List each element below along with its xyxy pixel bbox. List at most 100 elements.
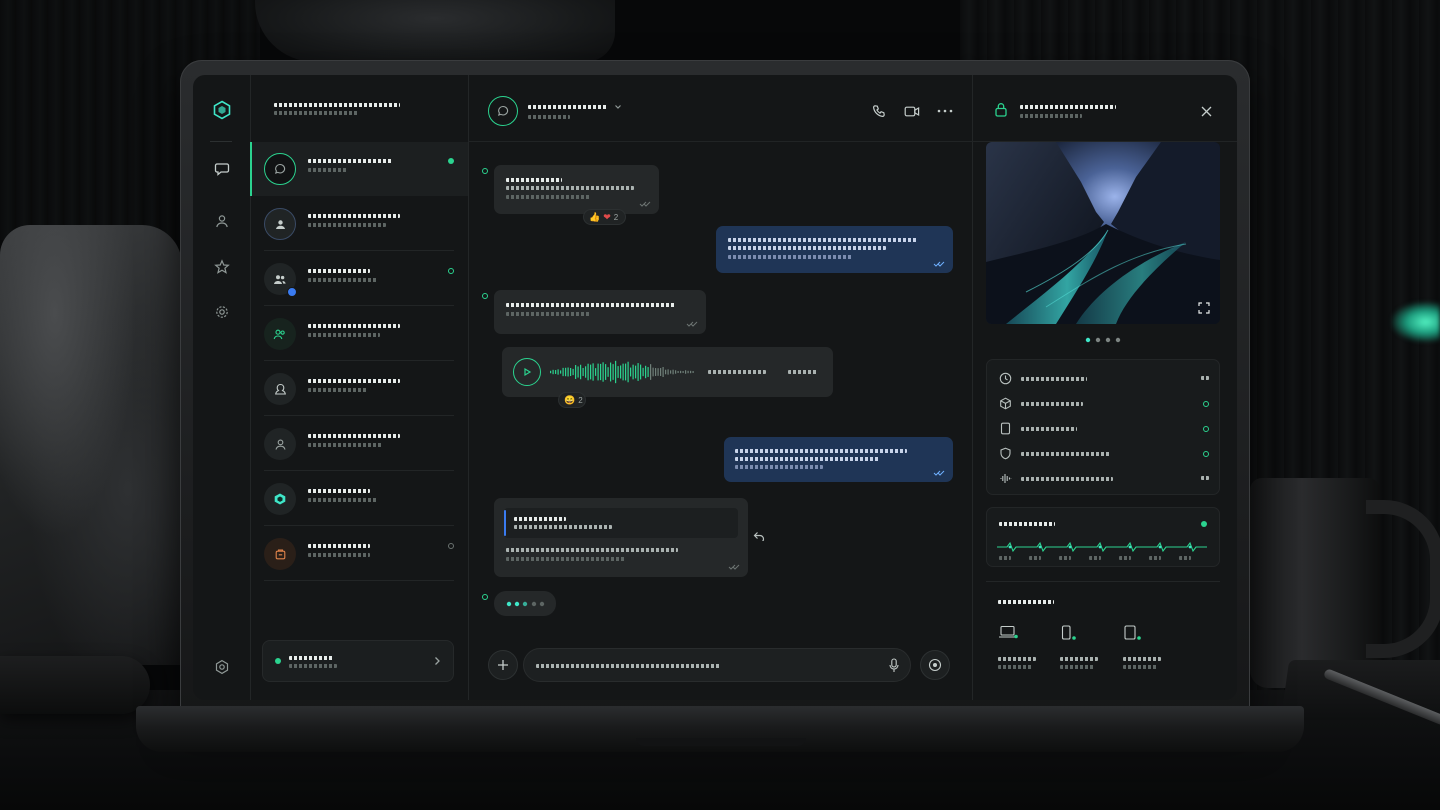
waveform-bar xyxy=(645,365,647,379)
voice-waveform[interactable] xyxy=(550,359,698,385)
activity-tick-label: ••• xyxy=(1119,556,1131,560)
message-text: ••••••••••••••••••••••••••••• xyxy=(735,449,907,453)
property-row[interactable]: •••••••••••••••••••• •• xyxy=(999,471,1209,487)
reaction-count: 2 xyxy=(578,395,583,405)
read-receipt-icon xyxy=(933,470,945,476)
device-laptop[interactable]: •••••••••• ••••••••• xyxy=(998,625,1048,675)
logo-hexagon-icon[interactable] xyxy=(211,99,233,121)
add-attachment-button[interactable] xyxy=(488,650,518,680)
conversation-preview: •••••••••••••• xyxy=(308,443,382,447)
waveform-bar xyxy=(572,368,574,376)
conversation-item-6[interactable]: •••••••••••••••• •••••••••••••• xyxy=(250,417,468,471)
user-icon[interactable] xyxy=(209,208,235,234)
device-name: •••••••••• xyxy=(1060,657,1098,661)
chevron-down-icon[interactable] xyxy=(614,103,622,111)
settings-gear-icon[interactable] xyxy=(209,299,235,325)
conversation-item-3[interactable]: •••••••••••• •••••••••••••• xyxy=(250,252,468,306)
play-button[interactable] xyxy=(513,358,541,386)
message-text: •••••••••••••••••••••••••••••••• xyxy=(506,303,676,307)
conversation-item-1[interactable]: •••••••••••••••• •••••••• xyxy=(250,142,468,196)
star-icon[interactable] xyxy=(209,254,235,280)
message-bubble-reply[interactable]: ••••••••••• ••••••••••••••• ••••••••••••… xyxy=(494,498,748,577)
clock-icon xyxy=(999,372,1012,385)
reaction-pill[interactable]: 👍 ❤ 2 xyxy=(583,209,626,225)
conversation-item-5[interactable]: •••••••••••••••• •••••••••••• xyxy=(250,362,468,416)
waveform-bar xyxy=(672,369,674,375)
waveform-bar xyxy=(622,363,624,381)
lock-icon xyxy=(995,103,1007,117)
waveform-bar xyxy=(667,369,669,375)
waveform-bar xyxy=(642,367,644,377)
activity-tick-label: ••• xyxy=(1059,556,1071,560)
record-button[interactable] xyxy=(920,650,950,680)
waveform-bar xyxy=(632,364,634,380)
more-dots-icon[interactable] xyxy=(935,101,955,121)
property-row[interactable]: •••••••••••••••••••• xyxy=(999,446,1209,462)
property-row[interactable]: ••••••••••••••• •• xyxy=(999,371,1209,387)
waveform-bar xyxy=(647,367,649,377)
message-bubble-outgoing[interactable]: ••••••••••••••••••••••••••••••••••• ••••… xyxy=(716,226,953,273)
conversation-name: •••••••••••••••• xyxy=(308,434,400,438)
device-tablet[interactable]: •••••••••• ••••••••• xyxy=(1123,625,1173,675)
rail-divider xyxy=(210,141,232,142)
chat-bubble-icon[interactable] xyxy=(209,156,235,182)
list-subtitle: •••••••••••••••• xyxy=(274,111,358,115)
chat-avatar[interactable] xyxy=(488,96,518,126)
conversation-name: •••••••••••••••• xyxy=(308,214,400,218)
reply-icon[interactable] xyxy=(753,531,765,541)
property-row[interactable]: •••••••••••• xyxy=(999,421,1209,437)
box-icon xyxy=(275,548,285,559)
message-text: •••••••••••••••••••••••• xyxy=(728,255,852,259)
waveform-bar xyxy=(665,369,667,375)
typing-indicator xyxy=(494,591,556,616)
online-status-dot xyxy=(275,658,281,664)
phone-icon[interactable] xyxy=(869,101,889,121)
carousel-dots[interactable] xyxy=(1085,337,1123,343)
waveform-bar xyxy=(615,360,617,384)
waveform-bar xyxy=(687,370,689,374)
property-row[interactable]: •••••••••••••• xyxy=(999,396,1209,412)
waveform-bar xyxy=(575,365,577,379)
expand-icon[interactable] xyxy=(1198,302,1210,314)
properties-card: ••••••••••••••• •• •••••••••••••• ••••••… xyxy=(986,359,1220,495)
waveform-bar xyxy=(657,368,659,376)
message-text: ••••••••••••••• xyxy=(735,465,823,469)
list-title: •••••••••••••••••••• xyxy=(274,103,400,107)
bottom-settings-gear-icon[interactable] xyxy=(209,654,235,680)
conversation-item-7[interactable]: •••••••••••• •••••••••••• xyxy=(250,472,468,526)
message-bubble-incoming[interactable]: •••••••••••••••••••••••••••••••• •••••••… xyxy=(494,290,706,334)
conversation-item-4[interactable]: •••••••••••••••• •••••••••••••• xyxy=(250,307,468,361)
read-receipt-icon xyxy=(686,321,698,327)
chat-title[interactable]: •••••••••••••• xyxy=(528,105,608,109)
media-preview-image[interactable] xyxy=(986,142,1220,324)
message-bubble-incoming[interactable]: •••••••••••••• ••••••••••••••••••••• •••… xyxy=(494,165,659,214)
waveform-bar xyxy=(635,365,637,379)
microphone-icon[interactable] xyxy=(889,658,899,673)
account-switcher[interactable]: ••••••••••• ••••••••••••• xyxy=(262,640,454,682)
conversation-preview: •••••••••••• xyxy=(308,498,378,502)
waveform-bar xyxy=(670,370,672,374)
phone-device-icon xyxy=(1061,625,1076,640)
waveform-bar xyxy=(660,368,662,376)
activity-ticks: ••• ••• ••• ••• ••• ••• ••• xyxy=(997,556,1209,562)
video-camera-icon[interactable] xyxy=(902,101,922,121)
waveform-bar xyxy=(592,363,594,381)
message-bubble-outgoing[interactable]: ••••••••••••••••••••••••••••• ••••••••••… xyxy=(724,437,953,482)
conversation-item-2[interactable]: •••••••••••••••• •••••••••••••• xyxy=(250,197,468,251)
background-rock-top xyxy=(255,0,615,62)
device-phone[interactable]: •••••••••• ••••••••• xyxy=(1060,625,1110,675)
activity-card: ••••••••••••• ••• ••• ••• ••• ••• ••• ••• xyxy=(986,507,1220,567)
live-status-dot xyxy=(1201,521,1207,527)
conversation-item-8[interactable]: •••••••••••••• •••••••••••• xyxy=(250,527,468,581)
device-status: ••••••••• xyxy=(998,665,1032,669)
voice-message-bubble[interactable]: •••••••••••• •••••• xyxy=(502,347,833,397)
message-input[interactable]: ••••••••••••••••••••••••••••••••••••••• xyxy=(523,648,911,682)
close-icon[interactable] xyxy=(1201,106,1212,117)
quoted-message[interactable]: ••••••••••• ••••••••••••••• xyxy=(504,508,738,538)
record-icon xyxy=(928,658,942,672)
quoted-text: ••••••••••••••• xyxy=(514,525,612,529)
reaction-pill[interactable]: 😄 2 xyxy=(558,392,586,408)
activity-sparkline xyxy=(997,541,1207,553)
waveform-bar xyxy=(587,363,589,381)
waveform-bar xyxy=(617,366,619,378)
